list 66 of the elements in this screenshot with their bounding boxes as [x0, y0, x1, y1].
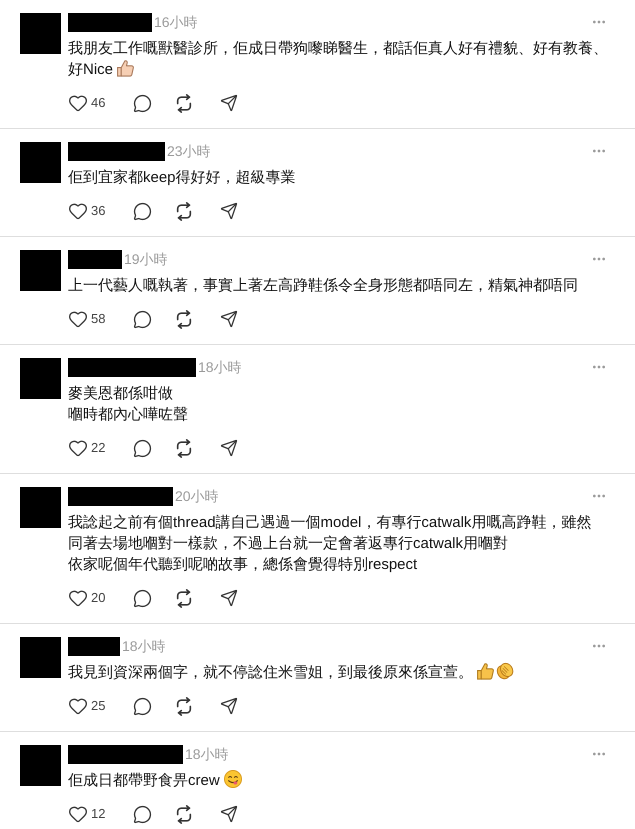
like-button[interactable]: 12 [68, 804, 106, 824]
clapping-hands-icon [496, 662, 514, 680]
like-button[interactable]: 46 [68, 93, 106, 113]
share-icon[interactable] [220, 202, 238, 220]
share-icon[interactable] [220, 589, 238, 607]
share-icon[interactable] [220, 94, 238, 112]
repost-icon[interactable] [175, 588, 193, 608]
comment-icon[interactable] [133, 696, 152, 716]
tongue-face-icon [224, 770, 242, 788]
repost-icon[interactable] [175, 202, 193, 220]
share-icon[interactable] [220, 439, 238, 457]
thumbs-up-icon [117, 60, 134, 77]
repost-icon[interactable] [175, 696, 193, 716]
comment-text: 我朋友工作嘅獸醫診所，佢成日帶狗嚟睇醫生，都話佢真人好有禮貌、好有教養、 [68, 40, 608, 57]
comment-text: 我見到資深兩個字，就不停諗住米雪姐，到最後原來係宣萱。 [68, 664, 473, 681]
post-time: 20小時 [175, 487, 219, 506]
heart-icon[interactable] [68, 696, 88, 716]
heart-icon[interactable] [68, 93, 88, 113]
comment-text: 好Nice [68, 61, 114, 78]
comment-text: 同著去場地嗰對一樣款，不過上台就一定會著返專行catwalk用嗰對 [68, 535, 508, 552]
avatar-placeholder [20, 13, 61, 54]
avatar-placeholder [20, 487, 61, 528]
comment-icon[interactable] [133, 202, 152, 220]
repost-icon[interactable] [175, 804, 193, 824]
heart-icon[interactable] [68, 309, 88, 329]
share-icon[interactable] [220, 805, 238, 823]
avatar-placeholder [20, 358, 61, 399]
heart-icon[interactable] [68, 804, 88, 824]
like-button[interactable]: 25 [68, 696, 106, 716]
comment-text: 我諗起之前有個thread講自己遇過一個model，有專行catwalk用嘅高踭鞋，雖然 [68, 514, 592, 531]
comment-icon[interactable] [133, 94, 152, 112]
heart-icon[interactable] [68, 201, 88, 221]
redacted-username [68, 636, 120, 656]
comment-icon[interactable] [133, 310, 152, 328]
like-button[interactable]: 58 [68, 309, 106, 329]
comment-text: 上一代藝人嘅執著，事實上著左高踭鞋係令全身形態都唔同左，精氣神都唔同 [68, 277, 578, 294]
avatar-placeholder [20, 250, 61, 291]
like-button[interactable]: 20 [68, 588, 106, 608]
post-time: 19小時 [124, 250, 168, 269]
comment-icon[interactable] [133, 804, 152, 824]
avatar-placeholder [20, 745, 61, 786]
post-time: 18小時 [198, 358, 242, 377]
like-button[interactable]: 22 [68, 438, 106, 458]
thumbs-up-icon [477, 663, 494, 680]
share-icon[interactable] [220, 697, 238, 715]
heart-icon[interactable] [68, 588, 88, 608]
repost-icon[interactable] [175, 310, 193, 328]
avatar-placeholder [20, 142, 61, 183]
post-time: 23小時 [167, 142, 211, 161]
post-time: 18小時 [185, 745, 229, 764]
post-time: 18小時 [122, 637, 166, 656]
comment-icon[interactable] [133, 588, 152, 608]
comment-text: 麥美恩都係咁做 [68, 385, 173, 402]
comment-icon[interactable] [133, 438, 152, 458]
repost-icon[interactable] [175, 438, 193, 458]
avatar-placeholder [20, 637, 61, 678]
comment-text: 依家呢個年代聽到呢啲故事，總係會覺得特別respect [68, 556, 418, 573]
comment-text: 佢到宜家都keep得好好，超級專業 [68, 169, 296, 186]
like-button[interactable]: 36 [68, 201, 106, 221]
comment-text: 佢成日都帶野食畀crew [68, 772, 220, 789]
repost-icon[interactable] [175, 94, 193, 112]
heart-icon[interactable] [68, 438, 88, 458]
comment-text: 嗰時都內心嘩咗聲 [68, 406, 188, 423]
share-icon[interactable] [220, 310, 238, 328]
post-time: 16小時 [154, 13, 198, 32]
redacted-username [68, 250, 122, 268]
